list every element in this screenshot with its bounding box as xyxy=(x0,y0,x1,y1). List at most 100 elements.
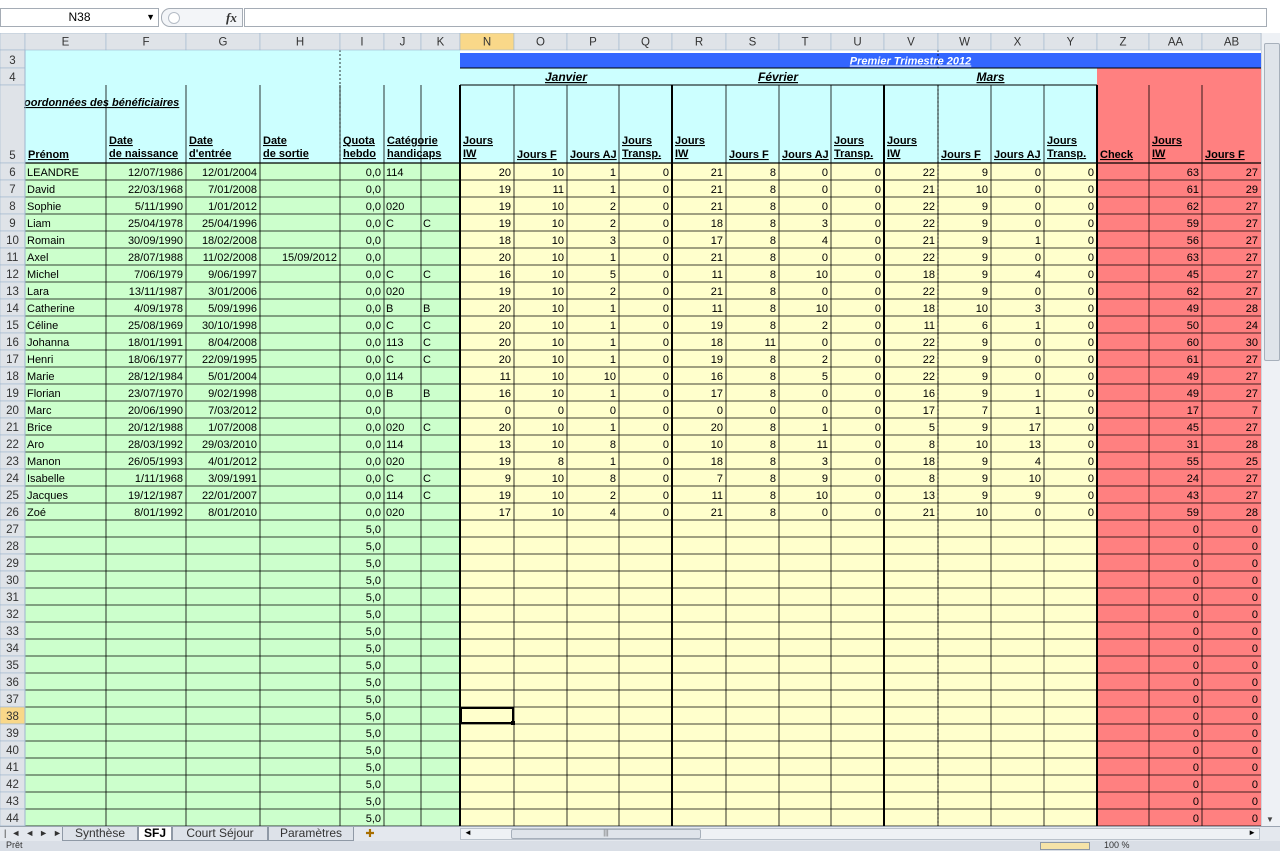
cell-f: 18/01/1991 xyxy=(128,337,183,349)
cell-g: 22/09/1995 xyxy=(202,354,257,366)
tab-sfj[interactable]: SFJ xyxy=(138,827,172,841)
cell-y: 0 xyxy=(1088,269,1094,281)
cell-r: 18 xyxy=(711,218,723,230)
cell-s: 0 xyxy=(770,405,776,417)
cell-n: 20 xyxy=(499,337,511,349)
cell-p: 1 xyxy=(610,337,616,349)
cell-o: 10 xyxy=(552,286,564,298)
cell-x: 13 xyxy=(1029,439,1041,451)
cell-q: 0 xyxy=(663,184,669,196)
cell-s: 8 xyxy=(770,354,776,366)
scroll-down-icon[interactable]: ▼ xyxy=(1266,815,1274,824)
cell-o: 10 xyxy=(552,507,564,519)
cell-p: 3 xyxy=(610,235,616,247)
cell-f: 28/07/1988 xyxy=(128,252,183,264)
cell-v: 5 xyxy=(929,422,935,434)
row-number: 17 xyxy=(6,354,19,366)
tab-court-sejour[interactable]: Court Séjour xyxy=(172,827,268,841)
cell-v: 22 xyxy=(923,218,935,230)
select-all-corner[interactable] xyxy=(0,33,26,51)
cell-aa: 43 xyxy=(1187,490,1199,502)
scroll-right-icon[interactable]: ► xyxy=(1248,828,1256,837)
cell-i: 5,0 xyxy=(366,592,381,604)
cell-n: 20 xyxy=(499,167,511,179)
cell-o: 10 xyxy=(552,269,564,281)
cell-aa: 49 xyxy=(1187,303,1199,315)
cell-x: 10 xyxy=(1029,473,1041,485)
cell-p: 1 xyxy=(610,422,616,434)
cell-aa: 61 xyxy=(1187,184,1199,196)
cell-o: 10 xyxy=(552,388,564,400)
cell-y: 0 xyxy=(1088,286,1094,298)
cell-x: 0 xyxy=(1035,184,1041,196)
cell-y: 0 xyxy=(1088,371,1094,383)
cell-u: 0 xyxy=(875,456,881,468)
cell-p: 10 xyxy=(604,371,616,383)
name-box[interactable]: N38 ▼ xyxy=(0,8,159,27)
cell-n: 18 xyxy=(499,235,511,247)
row-number: 13 xyxy=(6,286,19,298)
insert-function-icon[interactable]: fx xyxy=(226,10,237,26)
cell-y: 0 xyxy=(1088,235,1094,247)
cell-o: 10 xyxy=(552,218,564,230)
cell-r: 19 xyxy=(711,320,723,332)
cell-t: 0 xyxy=(822,286,828,298)
spreadsheet-grid[interactable]: E F G H I J K N O P Q R S T U V W X Y Z AA AB3456789101112131… xyxy=(0,33,1261,826)
cell-w: 9 xyxy=(982,354,988,366)
vertical-scrollbar[interactable]: ▼ xyxy=(1261,33,1280,826)
cell-g: 3/09/1991 xyxy=(208,473,257,485)
cell-t: 0 xyxy=(822,201,828,213)
fill-handle[interactable] xyxy=(511,721,515,725)
cell-p: 5 xyxy=(610,269,616,281)
cell-ab: 7 xyxy=(1252,405,1258,417)
cell-ab: 0 xyxy=(1252,575,1258,587)
horizontal-scroll-thumb[interactable]: ||| xyxy=(511,829,701,839)
cell-ab: 27 xyxy=(1246,201,1258,213)
cell-k: C xyxy=(423,490,431,502)
zoom-level[interactable]: 100 % xyxy=(1104,841,1130,850)
cell-t: 3 xyxy=(822,456,828,468)
column-header-label: Y xyxy=(1067,37,1075,49)
cell-g: 5/09/1996 xyxy=(208,303,257,315)
cell-x: 0 xyxy=(1035,337,1041,349)
cell-e: Aro xyxy=(27,439,44,451)
cell-e: Marc xyxy=(27,405,52,417)
cell-e: Brice xyxy=(27,422,52,434)
horizontal-scrollbar[interactable]: ◄ ||| ► xyxy=(460,828,1260,840)
row-number: 35 xyxy=(6,660,19,672)
cell-y: 0 xyxy=(1088,507,1094,519)
view-buttons[interactable] xyxy=(1040,842,1090,850)
insert-sheet-icon[interactable]: ✚ xyxy=(360,827,380,841)
cell-g: 3/01/2006 xyxy=(208,286,257,298)
cell-x: 0 xyxy=(1035,354,1041,366)
cell-j: C xyxy=(386,218,394,230)
name-box-dropdown-icon[interactable]: ▼ xyxy=(146,9,155,26)
row-number: 33 xyxy=(6,626,19,638)
row-number: 32 xyxy=(6,609,19,621)
cell-aa: 45 xyxy=(1187,422,1199,434)
cell-g: 29/03/2010 xyxy=(202,439,257,451)
cell-n: 16 xyxy=(499,269,511,281)
formula-input[interactable] xyxy=(244,8,1267,27)
cell-aa: 0 xyxy=(1193,745,1199,757)
cell-n: 19 xyxy=(499,456,511,468)
tab-parametres[interactable]: Paramètres xyxy=(268,827,354,841)
vertical-scroll-thumb[interactable] xyxy=(1264,43,1280,361)
month-title: Février xyxy=(758,70,799,84)
cell-aa: 59 xyxy=(1187,507,1199,519)
cell-ab: 0 xyxy=(1252,626,1258,638)
cell-p: 8 xyxy=(610,439,616,451)
tab-synthese[interactable]: Synthèse xyxy=(62,827,138,841)
formula-bar-resize-handle[interactable] xyxy=(168,12,180,24)
scroll-left-icon[interactable]: ◄ xyxy=(464,828,472,837)
cell-x: 3 xyxy=(1035,303,1041,315)
cell-e: Michel xyxy=(27,269,59,281)
cell-s: 8 xyxy=(770,286,776,298)
cell-j: 020 xyxy=(386,286,404,298)
cell-f: 25/04/1978 xyxy=(128,218,183,230)
cell-y: 0 xyxy=(1088,201,1094,213)
cell-t: 0 xyxy=(822,184,828,196)
cell-p: 1 xyxy=(610,456,616,468)
cell-aa: 62 xyxy=(1187,201,1199,213)
cell-g: 1/01/2012 xyxy=(208,201,257,213)
